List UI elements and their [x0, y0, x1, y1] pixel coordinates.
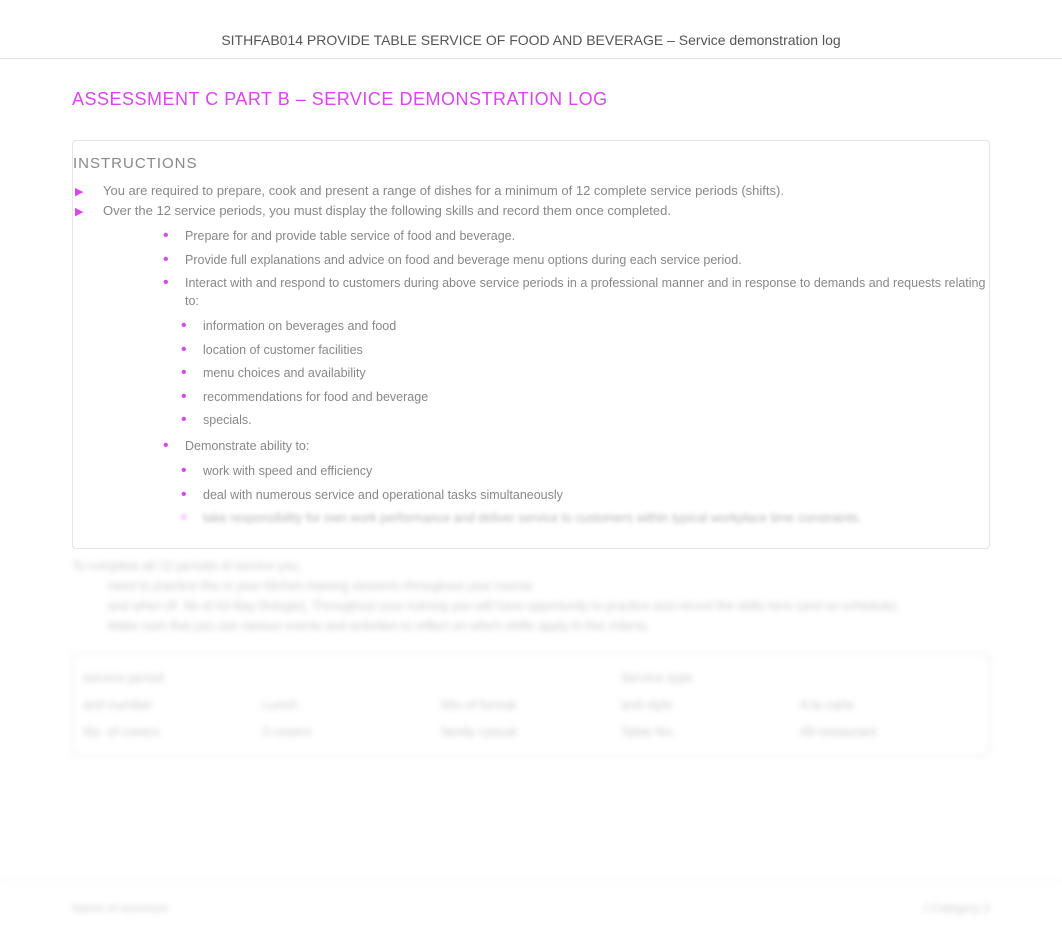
- table-cell: [800, 670, 979, 685]
- table-cell: and style: [621, 697, 800, 712]
- table-cell: 3 covers: [262, 724, 441, 739]
- bullet-dot-icon: •: [163, 275, 171, 291]
- bullet-list-level1: • Demonstrate ability to:: [73, 438, 989, 456]
- bullet-text: deal with numerous service and operation…: [203, 487, 563, 505]
- header-divider: [0, 58, 1062, 59]
- bullet-text: specials.: [203, 412, 252, 430]
- main-content: ASSESSMENT C PART B – SERVICE DEMONSTRAT…: [0, 89, 1062, 549]
- blurred-text: and when (if. Sb of Kit Bay Rologie). Th…: [72, 599, 990, 613]
- arrow-item: ▶ Over the 12 service periods, you must …: [73, 202, 989, 220]
- table-cell: A la carte: [800, 697, 979, 712]
- bullet-text: recommendations for food and beverage: [203, 389, 428, 407]
- bullet-text: information on beverages and food: [203, 318, 396, 336]
- page-footer: Name of assessor J Category 2: [0, 880, 1062, 915]
- bullet-item: • take responsibility for own work perfo…: [181, 510, 989, 528]
- bullet-item: • Demonstrate ability to:: [163, 438, 989, 456]
- instructions-box: INSTRUCTIONS ▶ You are required to prepa…: [72, 140, 990, 549]
- bullet-dot-icon: •: [181, 412, 189, 428]
- table-cell: No. of covers: [83, 724, 262, 739]
- footer-left: Name of assessor: [72, 901, 169, 915]
- table-cell: Mix of formal: [441, 697, 620, 712]
- table-cell: Service type: [621, 670, 800, 685]
- bullet-list-level2: • work with speed and efficiency • deal …: [73, 463, 989, 528]
- bullet-text: location of customer facilities: [203, 342, 363, 360]
- bullet-item: • Interact with and respond to customers…: [163, 275, 989, 310]
- table-row: No. of covers 3 covers family casual Tab…: [83, 718, 979, 745]
- arrow-item: ▶ You are required to prepare, cook and …: [73, 182, 989, 200]
- table-cell: All restaurant: [800, 724, 979, 739]
- bullet-list-level1: • Prepare for and provide table service …: [73, 228, 989, 310]
- blurred-section: To complete all 12 periods of service yo…: [0, 559, 1062, 756]
- bullet-text: work with speed and efficiency: [203, 463, 372, 481]
- bullet-text: Interact with and respond to customers d…: [185, 275, 989, 310]
- instructions-heading: INSTRUCTIONS: [73, 155, 989, 172]
- table-cell: Table No.: [621, 724, 800, 739]
- blurred-text: need to practice this in your kitchen tr…: [72, 579, 990, 593]
- bullet-item: • Provide full explanations and advice o…: [163, 252, 989, 270]
- bullet-dot-icon: •: [181, 487, 189, 503]
- table-cell: family casual: [441, 724, 620, 739]
- blurred-text: Make sure that you use various events an…: [72, 619, 990, 633]
- table-cell: [441, 670, 620, 685]
- bullet-text: Prepare for and provide table service of…: [185, 228, 515, 246]
- bullet-item: • Prepare for and provide table service …: [163, 228, 989, 246]
- bullet-item: • deal with numerous service and operati…: [181, 487, 989, 505]
- arrow-icon: ▶: [75, 205, 89, 218]
- bullet-list-level2: • information on beverages and food • lo…: [73, 318, 989, 430]
- bullet-dot-icon: •: [163, 438, 171, 454]
- arrow-icon: ▶: [75, 185, 89, 198]
- bullet-dot-icon: •: [181, 318, 189, 334]
- table-row: and number Lunch Mix of formal and style…: [83, 691, 979, 718]
- bullet-dot-icon: •: [163, 252, 171, 268]
- bullet-dot-icon: •: [181, 365, 189, 381]
- arrow-text: You are required to prepare, cook and pr…: [103, 182, 784, 200]
- arrow-text: Over the 12 service periods, you must di…: [103, 202, 671, 220]
- table-cell: [262, 670, 441, 685]
- header-title: SITHFAB014 PROVIDE TABLE SERVICE OF FOOD…: [221, 32, 840, 48]
- blurred-table: service period Service type and number L…: [72, 653, 990, 756]
- bullet-dot-icon: •: [181, 510, 189, 526]
- bullet-text: take responsibility for own work perform…: [203, 510, 862, 528]
- bullet-dot-icon: •: [181, 342, 189, 358]
- bullet-dot-icon: •: [163, 228, 171, 244]
- blurred-text: To complete all 12 periods of service yo…: [72, 559, 990, 573]
- bullet-dot-icon: •: [181, 463, 189, 479]
- table-cell: and number: [83, 697, 262, 712]
- footer-right: J Category 2: [922, 901, 990, 915]
- table-cell: service period: [83, 670, 262, 685]
- bullet-text: Demonstrate ability to:: [185, 438, 309, 456]
- page-title: ASSESSMENT C PART B – SERVICE DEMONSTRAT…: [72, 89, 990, 110]
- bullet-text: menu choices and availability: [203, 365, 366, 383]
- arrow-list: ▶ You are required to prepare, cook and …: [73, 182, 989, 220]
- bullet-item: • recommendations for food and beverage: [181, 389, 989, 407]
- table-cell: Lunch: [262, 697, 441, 712]
- bullet-dot-icon: •: [181, 389, 189, 405]
- bullet-text: Provide full explanations and advice on …: [185, 252, 742, 270]
- bullet-item: • work with speed and efficiency: [181, 463, 989, 481]
- bullet-item: • location of customer facilities: [181, 342, 989, 360]
- table-row: service period Service type: [83, 664, 979, 691]
- bullet-item: • menu choices and availability: [181, 365, 989, 383]
- bullet-item: • information on beverages and food: [181, 318, 989, 336]
- bullet-item: • specials.: [181, 412, 989, 430]
- page-header: SITHFAB014 PROVIDE TABLE SERVICE OF FOOD…: [0, 0, 1062, 58]
